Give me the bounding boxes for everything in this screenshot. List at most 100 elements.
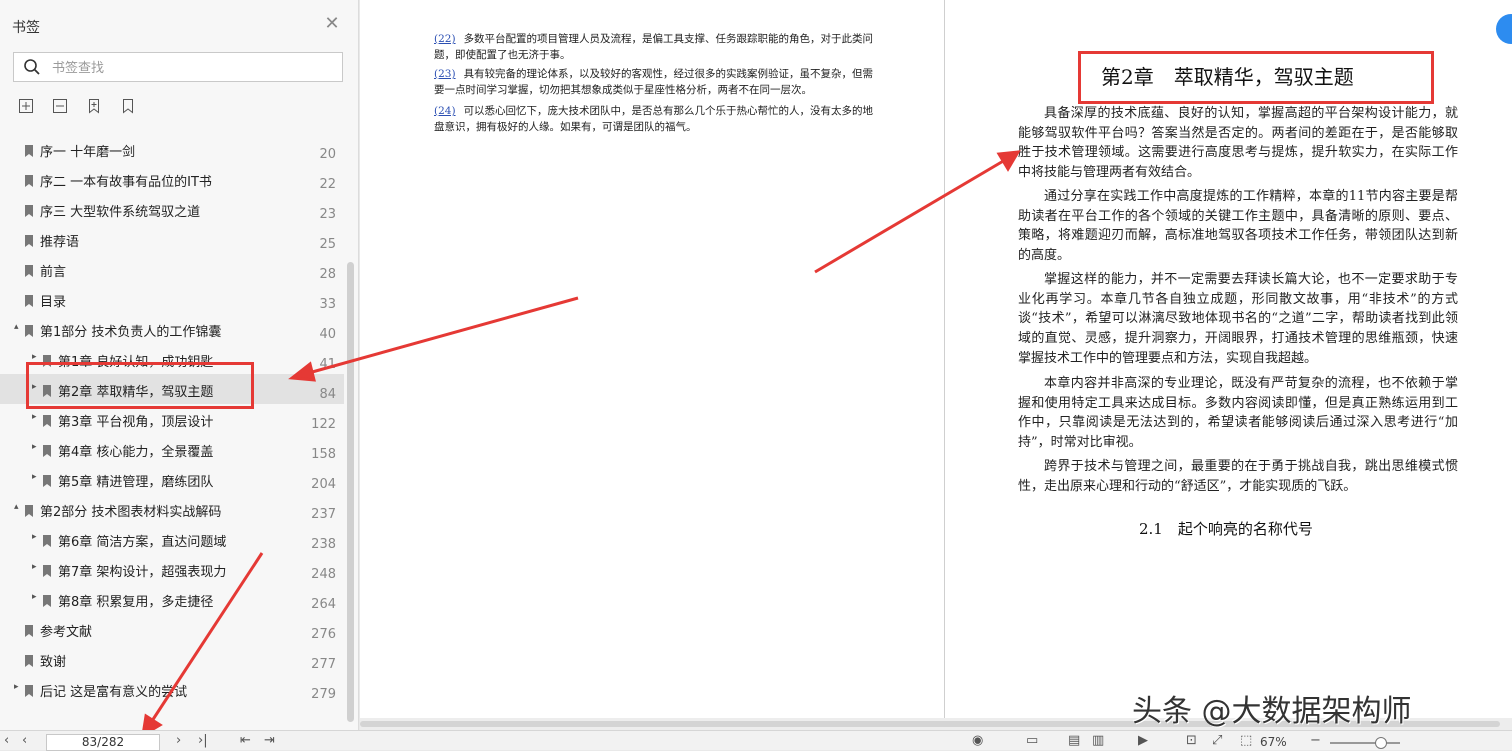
bookmark-flag-icon bbox=[43, 412, 51, 427]
section-title: 2.1 起个响亮的名称代号 bbox=[1139, 520, 1313, 538]
bookmark-item[interactable]: 参考文献 276 bbox=[0, 614, 344, 644]
bookmark-page-number: 276 bbox=[311, 627, 336, 642]
body-paragraph: 掌握这样的能力，并不一定需要去拜读长篇大论，也不一定要求助于专业化再学习。本章几… bbox=[1018, 272, 1458, 366]
single-page-icon[interactable]: ▭ bbox=[1026, 734, 1038, 748]
bookmark-page-number: 237 bbox=[311, 507, 336, 522]
bookmark-page-number: 122 bbox=[311, 417, 336, 432]
fit-width-icon[interactable]: ⤢ bbox=[1212, 734, 1222, 748]
close-icon[interactable]: ✕ bbox=[323, 15, 341, 33]
bookmark-item[interactable]: ▴ 第1部分 技术负责人的工作锦囊 40 bbox=[0, 314, 344, 344]
bookmark-page-number: 23 bbox=[319, 207, 336, 222]
bookmark-label: 序三 大型软件系统驾驭之道 bbox=[40, 205, 201, 220]
expand-toggle-icon[interactable]: ▸ bbox=[32, 352, 42, 362]
footnote-text: 可以悉心回忆下，庞大技术团队中，是否总有那么几个乐于热心帮忙的人，没有太多的地盘… bbox=[434, 105, 874, 133]
expand-toggle-icon[interactable]: ▸ bbox=[14, 682, 24, 692]
footnote-text: 具有较完备的理论体系，以及较好的客观性，经过很多的实践案例验证，虽不复杂，但需要… bbox=[434, 68, 874, 96]
bookmark-label: 后记 这是富有意义的尝试 bbox=[40, 685, 188, 700]
first-page-icon[interactable]: ‹ bbox=[4, 734, 9, 748]
expand-all-icon[interactable] bbox=[18, 98, 34, 114]
bookmark-item[interactable]: 目录 33 bbox=[0, 284, 344, 314]
body-paragraph: 本章内容并非高深的专业理论，既没有严苛复杂的流程，也不依赖于掌握和使用特定工具来… bbox=[1018, 376, 1458, 451]
expand-toggle-icon[interactable]: ▴ bbox=[14, 502, 24, 512]
last-page-icon[interactable]: ›| bbox=[198, 734, 208, 748]
back-icon[interactable]: ⇤ bbox=[240, 734, 251, 748]
bookmark-label: 推荐语 bbox=[40, 235, 80, 250]
bookmark-page-number: 238 bbox=[311, 537, 336, 552]
page-number-input[interactable]: 83/282 bbox=[46, 734, 160, 751]
zoom-slider[interactable] bbox=[1330, 737, 1400, 749]
bookmark-flag-icon bbox=[25, 142, 33, 157]
footnote-number-link[interactable]: (24) bbox=[434, 105, 456, 117]
bookmark-list: 序一 十年磨一剑 20 序二 一本有故事有品位的IT书 22 序三 大型软件系统驾驭之道… bbox=[0, 134, 344, 704]
body-paragraph: 具备深厚的技术底蕴、良好的认知，掌握高超的平台架构设计能力，就能够驾驭软件平台吗… bbox=[1018, 106, 1458, 181]
bookmark-item[interactable]: ▸ 第5章 精进管理，磨练团队 204 bbox=[0, 464, 344, 494]
sidebar-scrollbar[interactable] bbox=[347, 262, 354, 722]
bookmark-item[interactable]: 序二 一本有故事有品位的IT书 22 bbox=[0, 164, 344, 194]
bookmark-page-number: 25 bbox=[319, 237, 336, 252]
bookmark-item[interactable]: 致谢 277 bbox=[0, 644, 344, 674]
body-paragraph: 跨界于技术与管理之间，最重要的在于勇于挑战自我，跳出思维模式惯性，走出原来心理和… bbox=[1018, 459, 1458, 494]
play-icon[interactable]: ▶ bbox=[1138, 734, 1148, 748]
add-bookmark-icon[interactable] bbox=[86, 98, 102, 114]
bookmark-item[interactable]: ▸ 第8章 积累复用，多走捷径 264 bbox=[0, 584, 344, 614]
eye-protection-icon[interactable]: ◉ bbox=[972, 734, 983, 748]
page-divider bbox=[944, 0, 945, 718]
collapse-all-icon[interactable] bbox=[52, 98, 68, 114]
chapter-title: 第2章 萃取精华，驾驭主题 bbox=[1078, 51, 1434, 104]
bookmark-item[interactable]: ▸ 第4章 核心能力，全景覆盖 158 bbox=[0, 434, 344, 464]
expand-toggle-icon[interactable]: ▸ bbox=[32, 592, 42, 602]
body-paragraph: 通过分享在实践工作中高度提炼的工作精粹，本章的11节内容主要是帮助读者在平台工作… bbox=[1018, 189, 1458, 264]
footnote-number-link[interactable]: (22) bbox=[434, 33, 456, 45]
forward-icon[interactable]: ⇥ bbox=[264, 734, 275, 748]
zoom-mode-icon[interactable]: ⬚ bbox=[1240, 734, 1252, 748]
fit-page-icon[interactable]: ⊡ bbox=[1186, 734, 1197, 748]
bookmark-item[interactable]: ▸ 第6章 简洁方案，直达问题域 238 bbox=[0, 524, 344, 554]
bookmark-label: 前言 bbox=[40, 265, 67, 280]
bookmark-page-number: 20 bbox=[319, 147, 336, 162]
bookmark-label: 序一 十年磨一剑 bbox=[40, 145, 136, 160]
bookmark-search-box[interactable] bbox=[13, 52, 343, 82]
bookmark-flag-icon bbox=[25, 622, 33, 637]
bookmark-label: 第6章 简洁方案，直达问题域 bbox=[58, 535, 227, 550]
bookmark-item[interactable]: 序三 大型软件系统驾驭之道 23 bbox=[0, 194, 344, 224]
expand-toggle-icon[interactable]: ▸ bbox=[32, 532, 42, 542]
bookmark-icon[interactable] bbox=[120, 98, 136, 114]
bookmark-page-number: 33 bbox=[319, 297, 336, 312]
bookmark-item[interactable]: 推荐语 25 bbox=[0, 224, 344, 254]
bookmark-flag-icon bbox=[25, 502, 33, 517]
bookmark-flag-icon bbox=[25, 232, 33, 247]
two-page-icon[interactable]: ▥ bbox=[1092, 734, 1104, 748]
bookmark-item[interactable]: ▴ 第2部分 技术图表材料实战解码 237 bbox=[0, 494, 344, 524]
expand-toggle-icon[interactable]: ▸ bbox=[32, 442, 42, 452]
bookmark-item[interactable]: 前言 28 bbox=[0, 254, 344, 284]
prev-page-icon[interactable]: ‹ bbox=[22, 734, 27, 748]
zoom-level[interactable]: 67% bbox=[1260, 735, 1287, 749]
bookmark-page-number: 204 bbox=[311, 477, 336, 492]
bookmark-item[interactable]: ▸ 第7章 架构设计，超强表现力 248 bbox=[0, 554, 344, 584]
bookmark-item[interactable]: ▸ 后记 这是富有意义的尝试 279 bbox=[0, 674, 344, 704]
continuous-page-icon[interactable]: ▤ bbox=[1068, 734, 1080, 748]
bookmark-toolbar bbox=[18, 98, 149, 118]
bookmark-flag-icon bbox=[43, 592, 51, 607]
bookmark-search-input[interactable] bbox=[50, 58, 334, 78]
bookmark-item[interactable]: 序一 十年磨一剑 20 bbox=[0, 134, 344, 164]
bookmark-flag-icon bbox=[25, 652, 33, 667]
expand-toggle-icon[interactable]: ▸ bbox=[32, 472, 42, 482]
bookmark-page-number: 41 bbox=[319, 357, 336, 372]
expand-toggle-icon[interactable]: ▸ bbox=[32, 412, 42, 422]
bookmark-label: 第3章 平台视角，顶层设计 bbox=[58, 415, 214, 430]
bookmark-flag-icon bbox=[25, 202, 33, 217]
bookmark-label: 第7章 架构设计，超强表现力 bbox=[58, 565, 227, 580]
next-page-icon[interactable]: › bbox=[176, 734, 181, 748]
expand-toggle-icon[interactable]: ▸ bbox=[32, 562, 42, 572]
bookmark-flag-icon bbox=[25, 322, 33, 337]
footnote-number-link[interactable]: (23) bbox=[434, 68, 456, 80]
bookmark-label: 第8章 积累复用，多走捷径 bbox=[58, 595, 214, 610]
footnote-text: 多数平台配置的项目管理人员及流程，是偏工具支撑、任务跟踪职能的角色，对于此类问题… bbox=[434, 33, 874, 61]
bookmark-label: 目录 bbox=[40, 295, 67, 310]
bookmark-label: 第4章 核心能力，全景覆盖 bbox=[58, 445, 214, 460]
zoom-out-icon[interactable]: − bbox=[1310, 734, 1321, 748]
zoom-slider-knob[interactable] bbox=[1375, 737, 1388, 749]
bookmark-page-number: 277 bbox=[311, 657, 336, 672]
expand-toggle-icon[interactable]: ▴ bbox=[14, 322, 24, 332]
